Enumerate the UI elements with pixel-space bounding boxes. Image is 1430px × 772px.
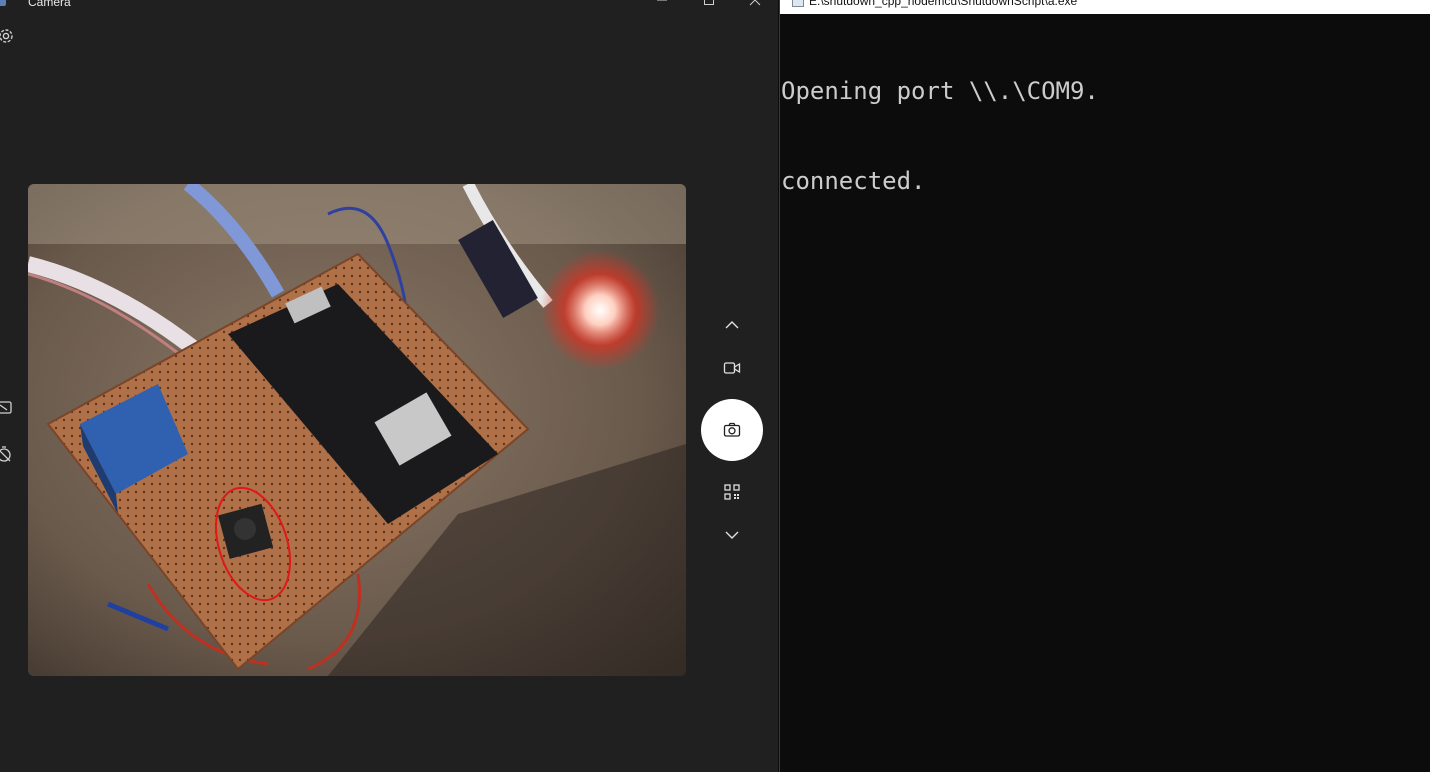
take-photo-button[interactable] — [701, 399, 763, 461]
close-icon — [749, 0, 761, 6]
camera-preview — [28, 184, 686, 676]
chevron-down-icon — [725, 531, 739, 539]
camera-titlebar: Camera — [0, 0, 778, 12]
console-line: Opening port \\.\COM9. — [781, 77, 1099, 105]
console-window-title: E:\shutdown_cpp_nodemcu\ShutdownScript\a… — [809, 0, 1078, 8]
console-line: connected. — [781, 167, 926, 195]
camera-icon — [723, 422, 741, 437]
gear-icon — [0, 29, 13, 43]
maximize-button[interactable] — [699, 0, 719, 8]
console-output[interactable]: Opening port \\.\COM9. connected. — [781, 16, 1421, 256]
timer-icon — [0, 446, 11, 462]
qr-code-icon — [724, 484, 740, 500]
hdr-button[interactable] — [0, 398, 14, 418]
preview-image — [28, 184, 686, 676]
settings-button[interactable] — [0, 26, 16, 46]
minimize-icon — [657, 0, 667, 1]
maximize-icon — [704, 0, 714, 5]
hdr-icon — [0, 401, 12, 414]
timer-button[interactable] — [0, 444, 14, 464]
close-button[interactable] — [745, 0, 765, 8]
mode-down-button[interactable] — [720, 523, 744, 547]
minimize-button[interactable] — [652, 0, 672, 8]
video-camera-icon — [723, 362, 741, 374]
video-mode-button[interactable] — [720, 356, 744, 380]
console-titlebar[interactable]: E:\shutdown_cpp_nodemcu\ShutdownScript\a… — [780, 0, 1430, 14]
camera-window: Camera — [0, 0, 778, 772]
mode-up-button[interactable] — [720, 313, 744, 337]
camera-app-icon — [0, 0, 6, 6]
console-window: E:\shutdown_cpp_nodemcu\ShutdownScript\a… — [779, 0, 1430, 772]
window-title: Camera — [28, 0, 71, 9]
console-app-icon — [792, 0, 804, 7]
chevron-up-icon — [725, 321, 739, 329]
qr-code-mode-button[interactable] — [720, 480, 744, 504]
